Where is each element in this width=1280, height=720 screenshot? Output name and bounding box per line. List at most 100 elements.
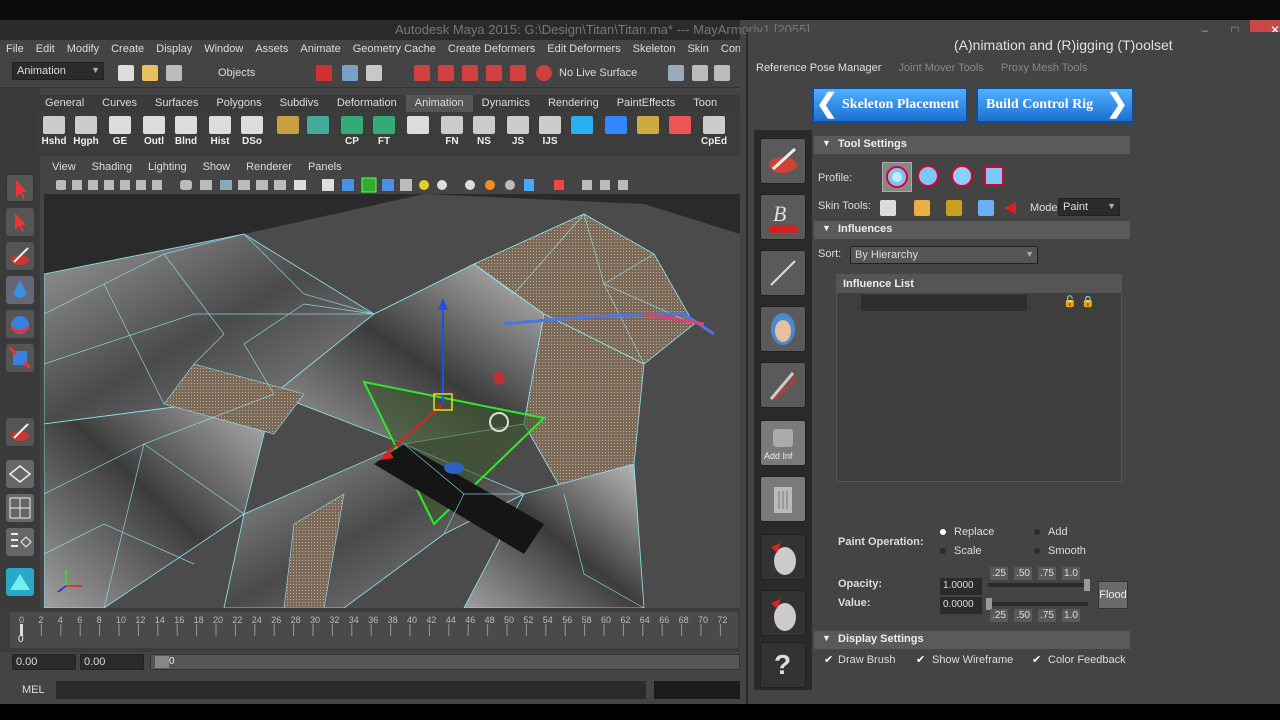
viewport-menu-panels[interactable]: Panels xyxy=(300,160,350,176)
shelf-button-cp[interactable]: CP xyxy=(338,116,366,154)
select-hierarchy-icon[interactable] xyxy=(316,65,332,81)
snap-curve-icon[interactable] xyxy=(438,65,454,81)
shelf-button-tool-16[interactable] xyxy=(568,116,596,154)
mode-dropdown[interactable]: Paint ▼ xyxy=(1058,198,1120,216)
scale-radio[interactable] xyxy=(940,548,946,554)
skeleton-placement-button[interactable]: ❮ Skeleton Placement xyxy=(812,87,968,123)
viewport-menu-renderer[interactable]: Renderer xyxy=(238,160,300,176)
range-slider-track[interactable]: 0 xyxy=(150,654,740,670)
influences-header[interactable]: ▼ Influences xyxy=(814,221,1130,239)
viewport-menu-view[interactable]: View xyxy=(44,160,84,176)
shelf-tab-toon[interactable]: Toon xyxy=(684,95,726,112)
make-live-icon[interactable] xyxy=(510,65,526,81)
shelf-tab-animation[interactable]: Animation xyxy=(405,95,473,112)
opacity-preset-25[interactable]: .25 xyxy=(990,567,1008,580)
shelf-button-ft[interactable]: FT xyxy=(370,116,398,154)
menu-create[interactable]: Create xyxy=(105,43,150,55)
range-start-field[interactable]: 0.00 xyxy=(12,654,76,670)
shelf-button-tool-17[interactable] xyxy=(602,116,630,154)
viewport-toolbar-icons[interactable] xyxy=(44,176,740,194)
open-scene-icon[interactable] xyxy=(142,65,158,81)
new-scene-icon[interactable] xyxy=(118,65,134,81)
draw-brush-checkbox[interactable]: ✔ xyxy=(824,653,833,666)
tab-proxy-mesh-tools[interactable]: Proxy Mesh Tools xyxy=(1001,62,1088,74)
save-scene-icon[interactable] xyxy=(166,65,182,81)
shelf-button-ns[interactable]: NS xyxy=(470,116,498,154)
smooth-radio[interactable] xyxy=(1034,548,1040,554)
render-frame-icon[interactable] xyxy=(692,65,708,81)
shelf-button-hist[interactable]: Hist xyxy=(206,116,234,154)
copy-weights-icon[interactable] xyxy=(760,590,806,636)
opacity-slider-handle[interactable] xyxy=(1084,579,1090,591)
viewport-menu-shading[interactable]: Shading xyxy=(84,160,140,176)
hypershade-layout-icon[interactable] xyxy=(6,568,34,596)
outliner-layout-icon[interactable] xyxy=(6,528,34,556)
menu-edit[interactable]: Edit xyxy=(30,43,61,55)
shelf-button-dso[interactable]: DSo xyxy=(238,116,266,154)
magnet-icon[interactable] xyxy=(536,65,552,81)
last-tool-icon[interactable] xyxy=(6,418,34,446)
display-settings-header[interactable]: ▼ Display Settings xyxy=(814,631,1130,649)
value-preset-100[interactable]: 1.0 xyxy=(1062,609,1080,622)
lasso-tool-icon[interactable] xyxy=(6,208,34,236)
shelf-button-tool-7[interactable] xyxy=(274,116,302,154)
shelf-button-tool-11[interactable] xyxy=(404,116,432,154)
menu-edit-deformers[interactable]: Edit Deformers xyxy=(541,43,626,55)
shelf-tab-subdivs[interactable]: Subdivs xyxy=(271,95,328,112)
hierarchy-icon[interactable] xyxy=(978,200,994,216)
shelf-button-tool-8[interactable] xyxy=(304,116,332,154)
value-field[interactable]: 0.0000 xyxy=(940,597,982,614)
menu-geometry-cache[interactable]: Geometry Cache xyxy=(347,43,442,55)
select-object-icon[interactable] xyxy=(342,65,358,81)
menu-assets[interactable]: Assets xyxy=(249,43,294,55)
paste-skin-icon[interactable] xyxy=(914,200,930,216)
shelf-tab-general[interactable]: General xyxy=(36,95,93,112)
help-icon[interactable]: ? xyxy=(760,642,806,688)
copy-skin-icon[interactable] xyxy=(880,200,896,216)
shelf-button-js[interactable]: JS xyxy=(504,116,532,154)
viewport-menu-lighting[interactable]: Lighting xyxy=(140,160,195,176)
value-preset-50[interactable]: .50 xyxy=(1014,609,1032,622)
selection-mode-label[interactable]: Objects xyxy=(218,67,255,79)
tools-icon[interactable] xyxy=(760,362,806,408)
select-tool-icon[interactable] xyxy=(6,174,34,202)
shelf-button-outl[interactable]: Outl xyxy=(140,116,168,154)
value-slider[interactable] xyxy=(986,598,1088,610)
paint-select-icon[interactable] xyxy=(6,242,34,270)
menu-skin[interactable]: Skin xyxy=(681,43,714,55)
add-influence-button[interactable]: Add Inf xyxy=(760,420,806,466)
color-feedback-checkbox[interactable]: ✔ xyxy=(1032,653,1041,666)
shelf-tab-polygons[interactable]: Polygons xyxy=(207,95,270,112)
rom-icon[interactable]: B xyxy=(760,194,806,240)
value-preset-75[interactable]: .75 xyxy=(1038,609,1056,622)
menu-skeleton[interactable]: Skeleton xyxy=(627,43,682,55)
render-view-icon[interactable] xyxy=(668,65,684,81)
snap-grid-icon[interactable] xyxy=(414,65,430,81)
shelf-button-fn[interactable]: FN xyxy=(438,116,466,154)
opacity-field[interactable]: 1.0000 xyxy=(940,578,982,595)
unlock-icon[interactable]: 🔒 xyxy=(1081,295,1095,308)
opacity-slider[interactable] xyxy=(988,579,1090,591)
menu-file[interactable]: File xyxy=(0,43,30,55)
prune-weights-icon[interactable] xyxy=(946,200,962,216)
bone-icon[interactable] xyxy=(760,250,806,296)
profile-gaussian-button[interactable] xyxy=(882,162,912,192)
opacity-preset-50[interactable]: .50 xyxy=(1014,567,1032,580)
ipr-render-icon[interactable] xyxy=(714,65,730,81)
tab-reference-pose-manager[interactable]: Reference Pose Manager xyxy=(756,62,881,74)
profile-solid-button[interactable] xyxy=(948,162,978,192)
shelf-button-ge[interactable]: GE xyxy=(106,116,134,154)
range-current[interactable]: 0 xyxy=(155,656,175,668)
viewport-menu-show[interactable]: Show xyxy=(195,160,239,176)
move-tool-icon[interactable] xyxy=(6,276,34,304)
menu-window[interactable]: Window xyxy=(198,43,249,55)
skin-paint-icon[interactable] xyxy=(760,138,806,184)
character-face-icon[interactable] xyxy=(760,306,806,352)
shelf-tab-dynamics[interactable]: Dynamics xyxy=(473,95,539,112)
shelf-tab-painteffects[interactable]: PaintEffects xyxy=(608,95,685,112)
opacity-preset-75[interactable]: .75 xyxy=(1038,567,1056,580)
value-preset-25[interactable]: .25 xyxy=(990,609,1008,622)
snap-point-icon[interactable] xyxy=(462,65,478,81)
viewport-3d[interactable] xyxy=(44,194,740,608)
current-frame-marker[interactable] xyxy=(20,624,23,636)
